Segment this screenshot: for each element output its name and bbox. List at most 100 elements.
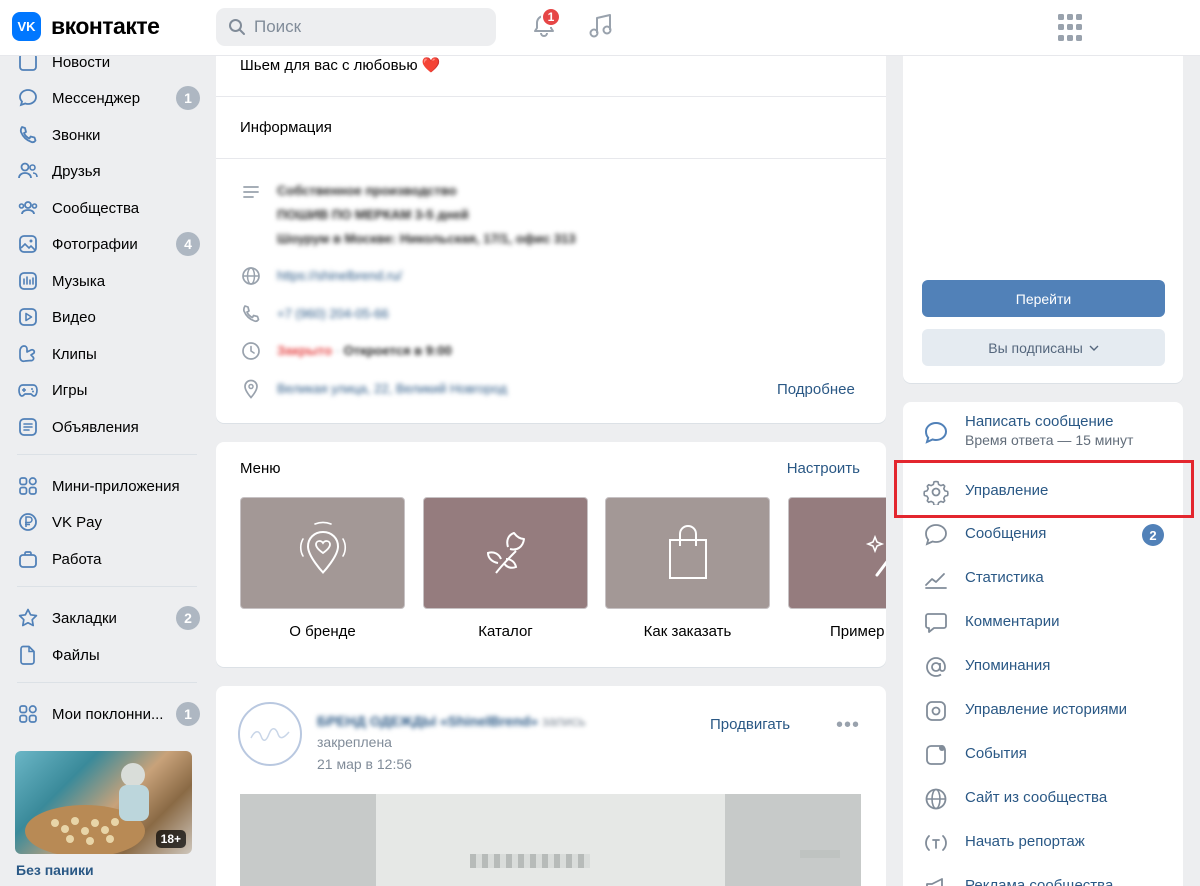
menu-tile-example[interactable] — [788, 497, 886, 609]
sidebar-item-mini-apps[interactable]: Мини-приложения — [0, 470, 200, 502]
post-author-avatar[interactable] — [238, 702, 302, 766]
vk-logo[interactable]: VK вконтакте — [12, 12, 160, 41]
sidebar-item-messenger[interactable]: Мессенджер 1 — [0, 82, 200, 114]
sidebar-item-files[interactable]: Файлы — [0, 639, 200, 671]
write-message-item[interactable]: Написать сообщение Время ответа — 15 мин… — [903, 408, 1183, 456]
sidebar-item-label: Мои поклонни... — [52, 705, 164, 723]
sidebar-item-label: Файлы — [52, 646, 100, 664]
comments-item[interactable]: Комментарии — [903, 600, 1183, 644]
brand-logo-icon — [250, 728, 290, 741]
search-icon — [229, 19, 245, 35]
site-from-community-item[interactable]: Сайт из сообщества — [903, 776, 1183, 820]
website-link[interactable]: https://shinelbrend.ru/ — [277, 268, 402, 283]
message-icon — [924, 421, 948, 444]
menu-tile-about[interactable] — [240, 497, 405, 609]
music-player-button[interactable] — [588, 12, 614, 40]
phone-icon — [242, 305, 260, 323]
sidebar-item-label: Сообщества — [52, 199, 140, 217]
sidebar-item-photos[interactable]: Фотографии 4 — [0, 228, 200, 260]
messages-item[interactable]: Сообщения 2 — [903, 512, 1183, 556]
megaphone-icon — [926, 878, 943, 886]
comments-label: Комментарии — [965, 613, 1060, 630]
broadcast-icon — [925, 835, 947, 851]
sidebar-item-label: Мини-приложения — [52, 477, 180, 495]
menu-tile-how-to-order[interactable] — [605, 497, 770, 609]
mentions-item[interactable]: Упоминания — [903, 644, 1183, 688]
classifieds-icon — [19, 418, 37, 436]
sidebar-item-music[interactable]: Музыка — [0, 265, 200, 297]
promote-post-link[interactable]: Продвигать — [710, 716, 790, 733]
notifications-badge: 1 — [541, 7, 561, 27]
sidebar-item-label: Новости — [52, 53, 111, 71]
configure-menu-link[interactable]: Настроить — [787, 460, 860, 477]
promo-title[interactable]: Без паники — [16, 862, 94, 878]
sidebar-item-work[interactable]: Работа — [0, 543, 200, 575]
community-management-menu: Написать сообщение Время ответа — 15 мин… — [903, 402, 1183, 886]
menu-tile-label[interactable]: Как заказать — [605, 623, 770, 640]
response-time-label: Время ответа — 15 минут — [965, 432, 1134, 448]
post-more-actions-button[interactable]: ••• — [836, 714, 860, 737]
statistics-item[interactable]: Статистика — [903, 556, 1183, 600]
sidebar-item-label: Мессенджер — [52, 89, 141, 107]
menu-tile-label[interactable]: Пример — [788, 623, 886, 640]
search-input[interactable] — [254, 17, 474, 37]
sidebar-item-clips[interactable]: Клипы — [0, 338, 200, 370]
sidebar-item-label: Друзья — [52, 162, 101, 180]
post-author-name[interactable]: БРЕНД ОДЕЖДЫ «ShinelBrend» — [317, 713, 538, 729]
more-info-link[interactable]: Подробнее — [777, 381, 855, 398]
post-image[interactable] — [240, 794, 861, 886]
address-link[interactable]: Великая улица, 22, Великий Новгород — [277, 381, 507, 396]
card-divider — [216, 96, 886, 97]
apps-icon — [19, 477, 37, 495]
description-line: Шоурум в Москве: Никольская, 17/1, офис … — [277, 231, 576, 246]
menu-tile-label[interactable]: О бренде — [240, 623, 405, 640]
stories-management-label: Управление историями — [965, 701, 1128, 718]
phone-number[interactable]: +7 (960) 204-05-66 — [277, 306, 389, 321]
sidebar-item-video[interactable]: Видео — [0, 301, 200, 333]
write-message-label: Написать сообщение — [965, 413, 1114, 430]
age-rating-badge: 18+ — [155, 830, 186, 848]
message-icon — [19, 89, 37, 107]
photo-icon — [19, 235, 37, 253]
sidebar-item-label: Звонки — [52, 126, 101, 144]
sidebar-item-calls[interactable]: Звонки — [0, 119, 200, 151]
mentions-label: Упоминания — [965, 657, 1051, 674]
sidebar-item-label: Работа — [52, 550, 102, 568]
sidebar-divider — [17, 454, 197, 455]
sidebar-divider — [17, 586, 197, 587]
promo-image[interactable]: 18+ — [15, 751, 192, 854]
sidebar-item-vkpay[interactable]: VK Pay — [0, 506, 200, 538]
start-broadcast-item[interactable]: Начать репортаж — [903, 820, 1183, 864]
management-item[interactable]: Управление — [903, 469, 1183, 513]
stories-icon — [926, 701, 946, 721]
sidebar-item-games[interactable]: Игры — [0, 374, 200, 406]
sidebar-item-bookmarks[interactable]: Закладки 2 — [0, 602, 200, 634]
sidebar-item-communities[interactable]: Сообщества — [0, 192, 200, 224]
menu-tile-catalog[interactable] — [423, 497, 588, 609]
subscribed-dropdown-button[interactable]: Вы подписаны — [922, 329, 1165, 366]
events-item[interactable]: События — [903, 732, 1183, 776]
music-icon — [19, 272, 37, 290]
bookmarks-count-badge: 2 — [176, 606, 200, 630]
go-button[interactable]: Перейти — [922, 280, 1165, 317]
briefcase-icon — [19, 551, 37, 568]
location-heart-icon — [299, 521, 346, 574]
chart-icon — [925, 573, 947, 589]
sidebar-item-classifieds[interactable]: Объявления — [0, 411, 200, 443]
post-date[interactable]: 21 мар в 12:56 — [317, 756, 412, 772]
management-label: Управление — [965, 482, 1049, 499]
video-icon — [19, 308, 37, 326]
community-menu-card: Меню Настроить О бренде Каталог Как зака… — [216, 442, 886, 667]
menu-tile-label[interactable]: Каталог — [423, 623, 588, 640]
search-box[interactable] — [216, 8, 496, 46]
stories-management-item[interactable]: Управление историями — [903, 688, 1183, 732]
community-actions-card: Перейти Вы подписаны — [903, 40, 1183, 383]
sidebar-item-my-fans[interactable]: Мои поклонни... 1 — [0, 698, 200, 730]
sidebar-divider — [17, 682, 197, 683]
magic-wand-icon — [865, 534, 886, 577]
sidebar-item-friends[interactable]: Друзья — [0, 155, 200, 187]
description-line: ПОШИВ ПО МЕРКАМ 3-5 дней — [277, 207, 469, 222]
services-grid-button[interactable] — [1058, 14, 1086, 42]
apps-icon — [19, 705, 37, 723]
community-ads-item[interactable]: Реклама сообщества — [903, 864, 1183, 886]
